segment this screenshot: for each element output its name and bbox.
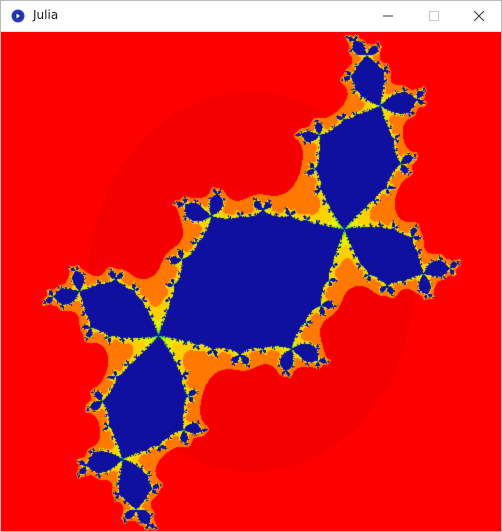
julia-fractal-canvas[interactable]	[1, 32, 501, 531]
maximize-icon	[429, 11, 439, 21]
app-window: Julia	[0, 0, 502, 532]
app-logo-icon	[11, 9, 25, 23]
minimize-button[interactable]	[365, 1, 411, 31]
title-bar[interactable]: Julia	[1, 1, 501, 32]
window-title: Julia	[33, 8, 59, 22]
close-icon	[473, 10, 485, 22]
close-button[interactable]	[456, 1, 502, 31]
minimize-icon	[383, 15, 393, 17]
maximize-button[interactable]	[411, 1, 457, 31]
